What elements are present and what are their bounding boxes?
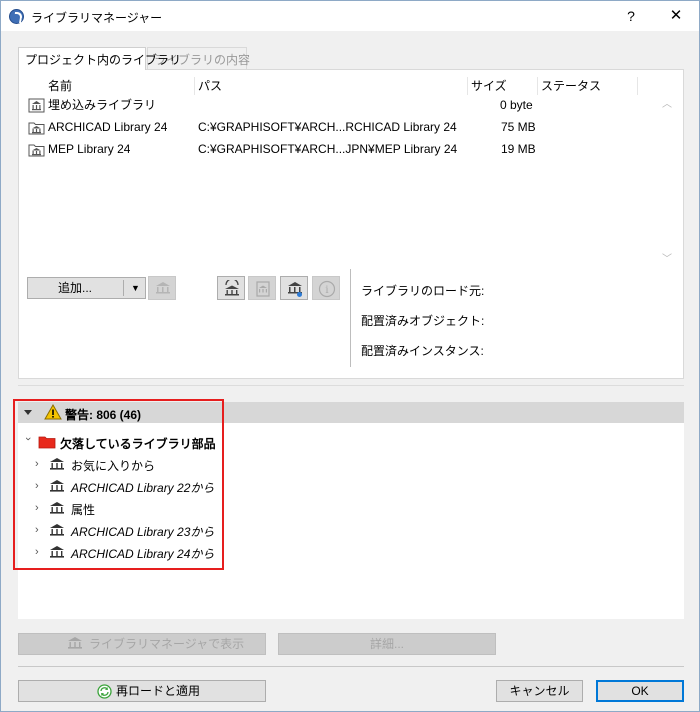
missing-source-item[interactable]: ARCHICAD Library 23から xyxy=(71,523,214,540)
folder-icon xyxy=(38,436,56,449)
chevron-right-icon[interactable]: › xyxy=(35,459,45,470)
dropdown-arrow-icon[interactable]: ▼ xyxy=(128,278,143,298)
library-path: C:¥GRAPHISOFT¥ARCH...JPN¥MEP Library 24 xyxy=(198,142,458,156)
details-button[interactable]: 詳細... xyxy=(278,633,496,655)
archicad-app-icon xyxy=(9,9,24,24)
library-row[interactable]: MEP Library 24 C:¥GRAPHISOFT¥ARCH...JPN¥… xyxy=(23,138,653,160)
library-show-icon xyxy=(68,637,82,649)
warning-icon xyxy=(44,404,62,420)
add-library-button[interactable]: 追加... ▼ xyxy=(27,277,146,299)
scroll-up-arrow[interactable]: ︿ xyxy=(659,95,675,110)
vertical-divider xyxy=(350,269,351,367)
chevron-right-icon[interactable]: › xyxy=(35,503,45,514)
tab-project-libraries[interactable]: プロジェクト内のライブラリ xyxy=(18,47,181,70)
chevron-right-icon[interactable]: › xyxy=(35,547,45,558)
help-button[interactable]: ? xyxy=(621,6,641,26)
library-icon xyxy=(50,524,64,536)
library-name: MEP Library 24 xyxy=(48,142,131,156)
svg-text:i: i xyxy=(325,285,328,296)
reload-library-button[interactable] xyxy=(217,276,245,300)
library-size: 19 MB xyxy=(501,142,536,156)
warnings-count-title: 警告: 806 (46) xyxy=(65,408,142,422)
missing-parts-group[interactable]: 欠落しているライブラリ部品 xyxy=(60,435,216,452)
linked-library-icon xyxy=(28,144,45,157)
column-header-size[interactable]: サイズ xyxy=(468,77,538,95)
library-name: ARCHICAD Library 24 xyxy=(48,120,168,134)
load-source-label: ライブラリのロード元: xyxy=(361,284,485,298)
library-info-button[interactable]: i xyxy=(312,276,340,300)
footer-divider xyxy=(18,666,684,667)
ok-button[interactable]: OK xyxy=(596,680,684,702)
reload-icon xyxy=(97,684,112,699)
library-size: 0 byte xyxy=(500,98,533,112)
add-label: 追加... xyxy=(58,281,93,295)
title-bar: ライブラリマネージャー ? ✕ xyxy=(1,1,699,31)
chevron-right-icon[interactable]: › xyxy=(35,481,45,492)
show-in-library-manager-button[interactable]: ライブラリマネージャで表示 xyxy=(18,633,266,655)
window-title: ライブラリマネージャー xyxy=(31,11,163,25)
embedded-library-icon xyxy=(28,98,45,113)
section-divider xyxy=(18,385,684,386)
library-document-button[interactable] xyxy=(248,276,276,300)
library-path: C:¥GRAPHISOFT¥ARCH...RCHICAD Library 24 xyxy=(198,120,457,134)
library-icon xyxy=(50,546,64,558)
chevron-down-icon[interactable]: › xyxy=(22,437,34,447)
info-icon: i xyxy=(318,280,336,298)
show-in-manager-label: ライブラリマネージャで表示 xyxy=(89,637,245,651)
missing-source-item[interactable]: ARCHICAD Library 22から xyxy=(71,479,214,496)
reload-apply-label: 再ロードと適用 xyxy=(116,684,201,698)
column-header-name[interactable]: 名前 xyxy=(45,77,195,95)
column-header-status[interactable]: ステータス xyxy=(538,77,638,95)
library-settings-button[interactable] xyxy=(280,276,308,300)
library-size: 75 MB xyxy=(501,120,536,134)
library-row[interactable]: ARCHICAD Library 24 C:¥GRAPHISOFT¥ARCH..… xyxy=(23,116,653,138)
chevron-right-icon[interactable]: › xyxy=(35,525,45,536)
scroll-down-arrow[interactable]: ﹀ xyxy=(659,250,675,265)
library-settings-icon xyxy=(288,282,302,297)
missing-source-item[interactable]: お気に入りから xyxy=(71,457,155,474)
linked-library-icon xyxy=(28,122,45,135)
split-divider xyxy=(123,280,124,296)
cancel-button[interactable]: キャンセル xyxy=(496,680,583,702)
library-list[interactable]: 名前 パス サイズ ステータス 埋め込みライブラリ 0 byte ARCHICA… xyxy=(23,77,659,265)
library-icon xyxy=(50,458,64,470)
column-header-path[interactable]: パス xyxy=(195,77,468,95)
placed-instances-label: 配置済みインスタンス: xyxy=(361,344,484,358)
placed-objects-label: 配置済みオブジェクト: xyxy=(361,314,485,328)
library-name: 埋め込みライブラリ xyxy=(48,98,157,112)
library-icon xyxy=(50,502,64,514)
warnings-tree[interactable] xyxy=(18,423,684,619)
library-remove-icon xyxy=(156,282,170,294)
close-button[interactable]: ✕ xyxy=(661,5,691,27)
library-manager-dialog: ライブラリマネージャー ? ✕ プロジェクト内のライブラリ ライブラリの内容 名… xyxy=(0,0,700,712)
library-document-icon xyxy=(256,281,270,297)
reload-apply-button[interactable]: 再ロードと適用 xyxy=(18,680,266,702)
missing-source-item[interactable]: 属性 xyxy=(71,501,95,518)
library-icon xyxy=(50,480,64,492)
library-reload-icon xyxy=(225,280,239,296)
missing-source-item[interactable]: ARCHICAD Library 24から xyxy=(71,545,214,562)
collapse-triangle-icon[interactable] xyxy=(24,410,32,415)
library-row[interactable]: 埋め込みライブラリ 0 byte xyxy=(23,94,653,116)
remove-library-button[interactable] xyxy=(148,276,176,300)
